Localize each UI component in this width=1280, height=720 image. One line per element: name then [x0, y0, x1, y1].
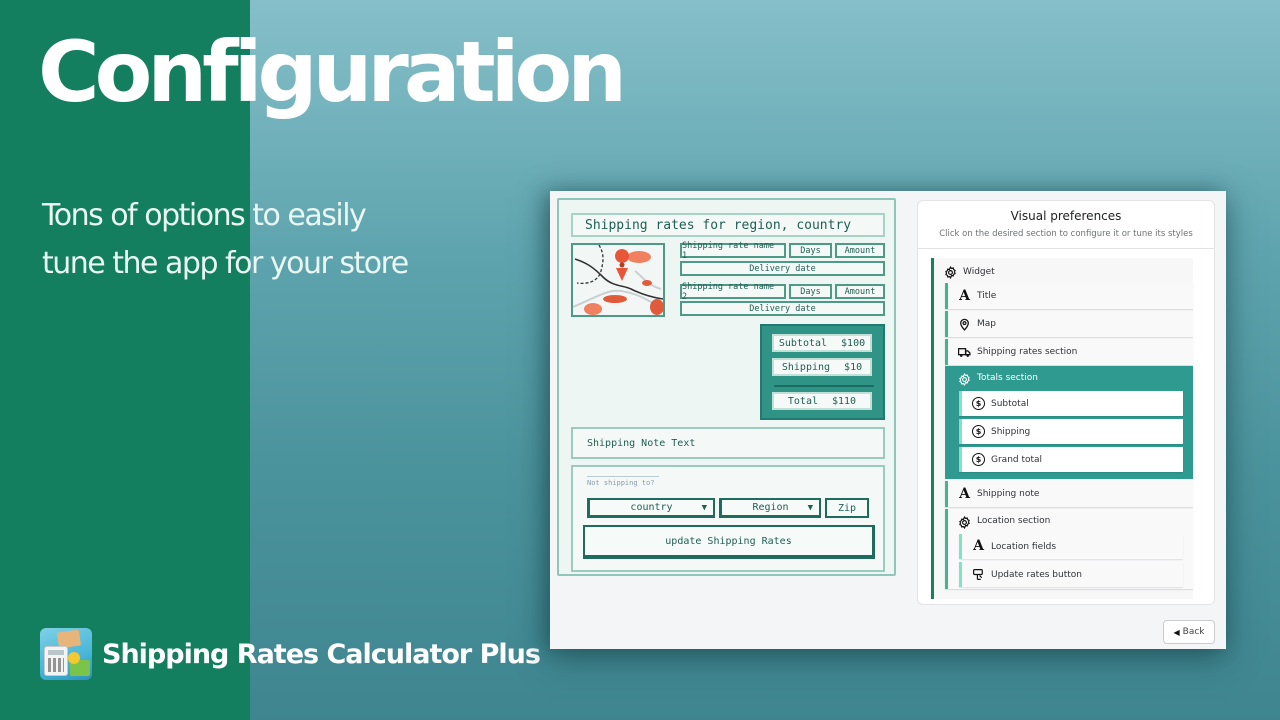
widget-preview-sketch[interactable]: Shipping rates for region, country Shipp… — [557, 198, 896, 576]
zip-input[interactable]: Zip — [825, 498, 869, 518]
tree-item-grand-total[interactable]: $ Grand total — [959, 447, 1183, 472]
button-icon — [972, 568, 985, 581]
tree-item-label: Location fields — [991, 541, 1057, 552]
rate-2-days[interactable]: Days — [789, 284, 832, 299]
tree-item-label: Update rates button — [991, 569, 1082, 580]
visual-preferences-panel: Visual preferences Click on the desired … — [917, 200, 1215, 605]
total-value: $110 — [832, 395, 857, 407]
brand-name: Shipping Rates Calculator Plus — [102, 638, 541, 670]
region-select[interactable]: Region ▼ — [719, 498, 821, 518]
tree-item-subtotal[interactable]: $ Subtotal — [959, 391, 1183, 416]
rate-1-delivery[interactable]: Delivery date — [680, 261, 885, 276]
total-label: Total — [787, 395, 818, 407]
hero-title: Configuration — [38, 23, 627, 121]
country-select-value: country — [630, 502, 673, 513]
tree-item-shipping-note[interactable]: A Shipping note — [945, 481, 1193, 507]
hero-subtitle-line-2: tune the app for your store — [42, 246, 409, 281]
preview-shipping-note[interactable]: Shipping Note Text — [571, 427, 885, 459]
tree-item-label: Title — [977, 291, 997, 301]
tree-item-label: Location section — [977, 516, 1051, 526]
subtotal-value: $100 — [841, 337, 866, 349]
dollar-icon: $ — [972, 453, 985, 466]
rate-1-days[interactable]: Days — [789, 243, 832, 258]
tree-item-totals-section[interactable]: Totals section $ Subtotal $ Shipping $ G… — [945, 366, 1193, 479]
tree-item-label: Map — [977, 319, 996, 329]
section-tree: Widget A Title Map Shipping rates sectio… — [931, 258, 1193, 599]
truck-icon — [958, 346, 971, 359]
rate-1-amount[interactable]: Amount — [835, 243, 885, 258]
hero-subtitle: Tons of options to easily tune the app f… — [42, 192, 502, 288]
hero-subtitle-line-1: Tons of options to easily — [42, 198, 367, 233]
text-icon: A — [959, 287, 970, 304]
rate-2-name[interactable]: Shipping rate name 2 — [680, 282, 786, 302]
map-pin-icon — [958, 318, 971, 331]
text-icon: A — [959, 485, 970, 502]
text-icon: A — [973, 538, 984, 554]
gear-icon — [944, 265, 957, 279]
tree-item-label: Grand total — [991, 454, 1043, 465]
tree-item-title[interactable]: A Title — [945, 283, 1193, 309]
rate-2-amount[interactable]: Amount — [835, 284, 885, 299]
preview-subtotal[interactable]: Subtotal $100 — [772, 334, 872, 352]
preview-totals[interactable]: Subtotal $100 Shipping $10 Total $110 — [760, 324, 885, 420]
tree-item-location-section[interactable]: Location section A Location fields Updat… — [945, 509, 1193, 589]
tree-item-label: Widget — [963, 267, 995, 277]
tree-item-widget[interactable]: Widget — [944, 264, 995, 280]
dropdown-arrow-icon: ▼ — [807, 502, 813, 513]
preview-map[interactable] — [571, 243, 665, 317]
panel-title: Visual preferences — [1010, 209, 1122, 223]
rate-2-delivery[interactable]: Delivery date — [680, 301, 885, 316]
shipping-label: Shipping — [781, 361, 831, 373]
map-illustration-icon — [573, 245, 663, 315]
tree-item-label: Shipping note — [977, 489, 1040, 499]
tree-item-location-fields[interactable]: A Location fields — [959, 534, 1183, 559]
gear-icon — [958, 373, 971, 386]
subtotal-label: Subtotal — [778, 337, 828, 349]
preview-shipping[interactable]: Shipping $10 — [772, 358, 872, 376]
preview-location-section[interactable]: Not shipping to? country ▼ Region ▼ Zip … — [571, 465, 885, 572]
tree-item-label: Totals section — [977, 373, 1038, 383]
back-arrow-icon: ◀ — [1173, 627, 1180, 637]
shipping-value: $10 — [844, 361, 863, 373]
gear-icon — [958, 516, 971, 529]
dropdown-arrow-icon: ▼ — [701, 502, 707, 513]
panel-subtitle: Click on the desired section to configur… — [939, 229, 1193, 239]
preview-title[interactable]: Shipping rates for region, country — [571, 213, 885, 237]
preview-grand-total[interactable]: Total $110 — [772, 392, 872, 410]
zip-placeholder: Zip — [837, 502, 857, 514]
tree-item-shipping[interactable]: $ Shipping — [959, 419, 1183, 444]
back-button[interactable]: ◀ Back — [1163, 620, 1215, 644]
location-label: Not shipping to? — [587, 476, 659, 487]
back-button-label: Back — [1182, 627, 1205, 637]
update-shipping-rates-button[interactable]: update Shipping Rates — [583, 525, 875, 559]
country-select[interactable]: country ▼ — [587, 498, 715, 518]
app-screenshot: Shipping rates for region, country Shipp… — [550, 191, 1226, 649]
tree-item-update-rates-button[interactable]: Update rates button — [959, 562, 1183, 587]
tree-item-label: Subtotal — [991, 398, 1029, 409]
tree-item-label: Shipping rates section — [977, 347, 1078, 357]
tree-item-label: Shipping — [991, 426, 1031, 437]
brand: Shipping Rates Calculator Plus — [40, 628, 541, 680]
totals-divider — [774, 385, 874, 387]
rate-1-name[interactable]: Shipping rate name 1 — [680, 241, 786, 261]
panel-header: Visual preferences Click on the desired … — [918, 201, 1214, 249]
region-select-value: Region — [752, 502, 789, 513]
app-logo-icon — [40, 628, 92, 680]
tree-item-map[interactable]: Map — [945, 311, 1193, 337]
tree-item-shipping-rates-section[interactable]: Shipping rates section — [945, 339, 1193, 365]
dollar-icon: $ — [972, 397, 985, 410]
dollar-icon: $ — [972, 425, 985, 438]
